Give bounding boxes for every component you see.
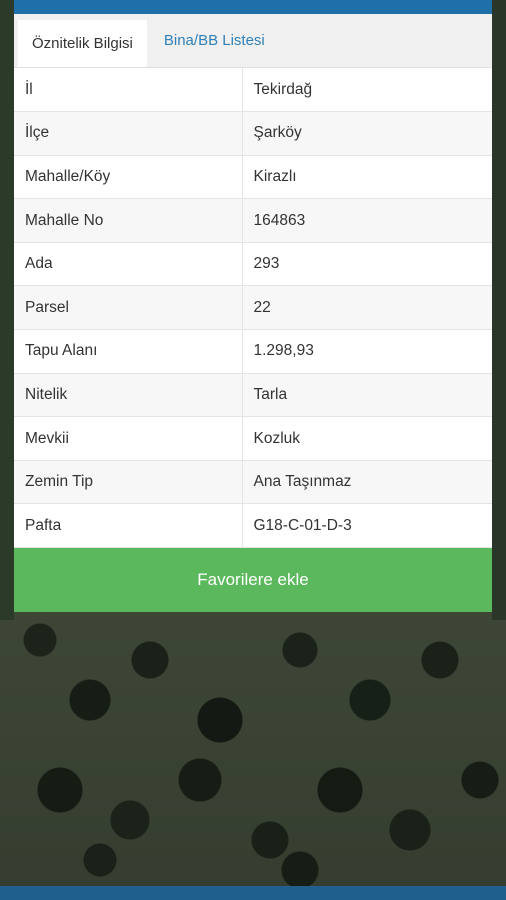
- add-to-favorites-button[interactable]: Favorilere ekle: [14, 548, 492, 613]
- map-edge-left: [0, 0, 14, 620]
- map-edge-right: [492, 0, 506, 620]
- attribute-key: İlçe: [14, 111, 243, 156]
- attribute-value: 1.298,93: [242, 329, 492, 374]
- attribute-value: 164863: [242, 198, 492, 243]
- table-row: Tapu Alanı 1.298,93: [14, 329, 492, 374]
- attribute-key: Parsel: [14, 285, 243, 331]
- tab-attribute-info[interactable]: Öznitelik Bilgisi: [18, 20, 147, 67]
- table-row: Pafta G18-C-01-D-3: [14, 503, 492, 549]
- attribute-value: Kirazlı: [242, 155, 492, 200]
- panel-header-bar: [14, 0, 492, 14]
- table-row: İl Tekirdağ: [14, 68, 492, 113]
- attribute-key: İl: [14, 68, 243, 113]
- table-row: Mahalle/Köy Kirazlı: [14, 155, 492, 200]
- attribute-table: İl Tekirdağ İlçe Şarköy Mahalle/Köy Kirazlı Ma…: [14, 68, 492, 549]
- attribute-value: Ana Taşınmaz: [242, 460, 492, 505]
- attribute-key: Pafta: [14, 503, 243, 549]
- attribute-key: Mahalle/Köy: [14, 155, 243, 200]
- attribute-key: Ada: [14, 242, 243, 287]
- attribute-value: Kozluk: [242, 416, 492, 461]
- table-row: Zemin Tip Ana Taşınmaz: [14, 460, 492, 505]
- panel-tabs: Öznitelik Bilgisi Bina/BB Listesi: [14, 14, 492, 68]
- attribute-value: 22: [242, 285, 492, 331]
- attribute-value: Şarköy: [242, 111, 492, 156]
- table-row: Mevkii Kozluk: [14, 416, 492, 461]
- attribute-value: G18-C-01-D-3: [242, 503, 492, 549]
- table-row: İlçe Şarköy: [14, 111, 492, 156]
- attribute-key: Zemin Tip: [14, 460, 243, 505]
- attribute-value: 293: [242, 242, 492, 287]
- bottom-bar: [0, 886, 506, 900]
- table-row: Nitelik Tarla: [14, 373, 492, 418]
- attribute-key: Nitelik: [14, 373, 243, 418]
- tab-building-list[interactable]: Bina/BB Listesi: [147, 14, 282, 67]
- attribute-value: Tarla: [242, 373, 492, 418]
- table-row: Mahalle No 164863: [14, 198, 492, 243]
- table-row: Parsel 22: [14, 285, 492, 331]
- table-row: Ada 293: [14, 242, 492, 287]
- attribute-key: Tapu Alanı: [14, 329, 243, 374]
- attribute-key: Mahalle No: [14, 198, 243, 243]
- parcel-info-panel: Öznitelik Bilgisi Bina/BB Listesi İl Teki…: [14, 14, 492, 613]
- attribute-value: Tekirdağ: [242, 68, 492, 113]
- attribute-key: Mevkii: [14, 416, 243, 461]
